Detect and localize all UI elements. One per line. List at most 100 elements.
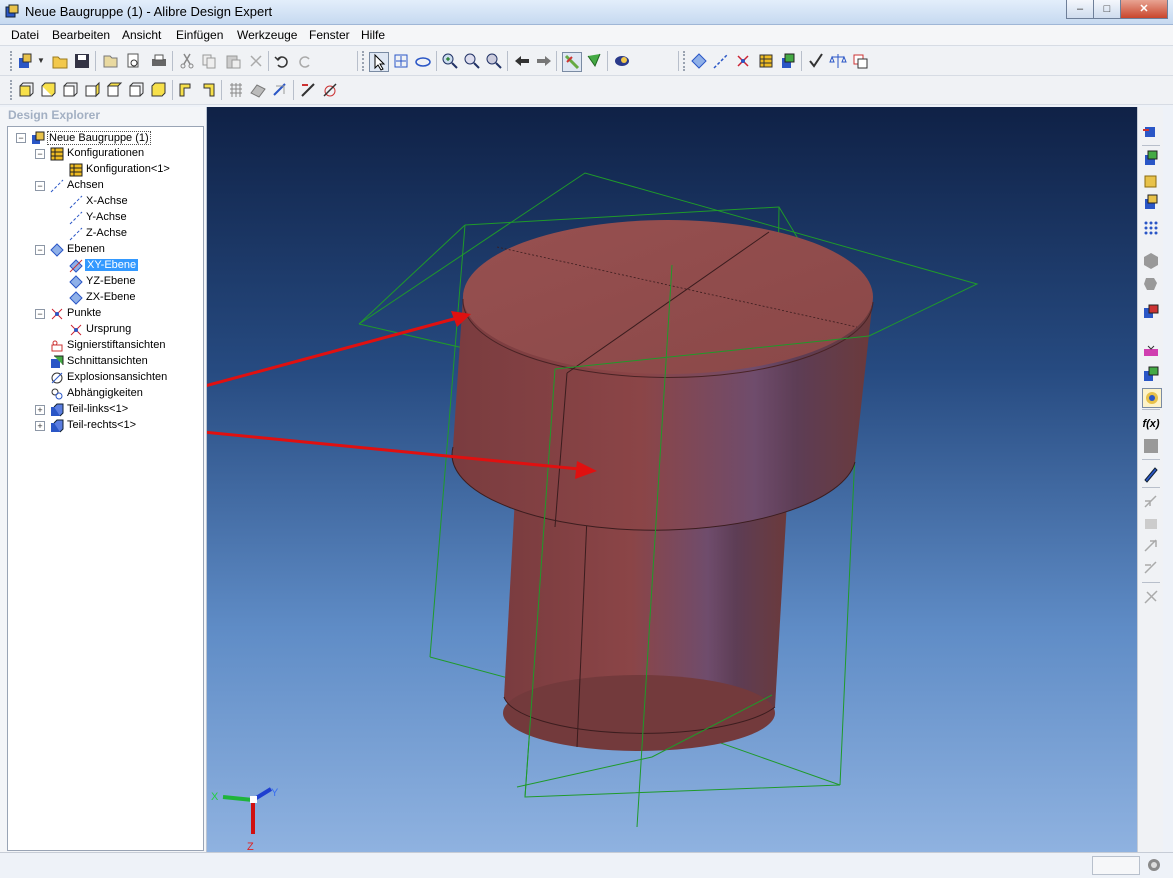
view-flip-icon[interactable] xyxy=(199,81,217,99)
disabled-a-icon[interactable] xyxy=(1142,493,1160,511)
disabled-e-icon[interactable] xyxy=(1142,588,1160,606)
rotate-icon[interactable] xyxy=(414,52,432,70)
head-part[interactable] xyxy=(451,220,874,531)
redo-icon[interactable] xyxy=(296,52,314,70)
table-icon[interactable] xyxy=(757,52,775,70)
part-a-icon[interactable] xyxy=(1142,149,1160,167)
toolbar-grip[interactable] xyxy=(683,51,688,71)
shaft-part[interactable] xyxy=(503,497,787,751)
disabled-c-icon[interactable] xyxy=(1142,537,1160,555)
balance-icon[interactable] xyxy=(829,52,847,70)
paste-icon[interactable] xyxy=(224,52,242,70)
model-canvas[interactable]: X Y Z xyxy=(207,107,1137,852)
tree-node-configuration[interactable]: Konfiguration<1> xyxy=(54,162,194,178)
view-right-icon[interactable] xyxy=(83,81,101,99)
menu-ansicht[interactable]: Ansicht xyxy=(122,28,161,42)
measure-tool-icon[interactable] xyxy=(321,81,339,99)
sketch-icon[interactable] xyxy=(299,81,317,99)
section-icon[interactable] xyxy=(249,81,267,99)
hexagon-icon[interactable] xyxy=(1142,252,1160,270)
tree-node-part-right[interactable]: + Teil-rechts<1> xyxy=(35,418,195,434)
new-assembly-icon[interactable] xyxy=(17,52,35,70)
tree-node-part-left[interactable]: + Teil-links<1> xyxy=(35,402,195,418)
open-file-icon[interactable] xyxy=(101,52,119,70)
collapse-icon[interactable]: − xyxy=(35,309,45,319)
render-icon[interactable] xyxy=(613,52,631,70)
menu-werkzeuge[interactable]: Werkzeuge xyxy=(237,28,297,42)
plane-icon[interactable] xyxy=(690,52,708,70)
disabled-b-icon[interactable] xyxy=(1142,515,1160,533)
back-icon[interactable] xyxy=(513,52,531,70)
collapse-icon[interactable]: − xyxy=(35,149,45,159)
menu-hilfe[interactable]: Hilfe xyxy=(361,28,385,42)
axis-icon[interactable] xyxy=(712,52,730,70)
section-grid-icon[interactable] xyxy=(227,81,245,99)
measure-icon[interactable] xyxy=(562,52,582,72)
pattern-icon[interactable] xyxy=(1142,219,1160,237)
menu-einfuegen[interactable]: Einfügen xyxy=(176,28,223,42)
tree-node-yz-plane[interactable]: YZ-Ebene xyxy=(54,274,194,290)
tree-node-x-axis[interactable]: X-Achse xyxy=(54,194,194,210)
tree-node-z-axis[interactable]: Z-Achse xyxy=(54,226,194,242)
settings-icon[interactable] xyxy=(1146,857,1162,873)
pen-icon[interactable] xyxy=(1142,465,1160,483)
dropdown-arrow-icon[interactable]: ▼ xyxy=(37,56,45,65)
view-back-icon[interactable] xyxy=(39,81,57,99)
tree-node-assembly[interactable]: − Neue Baugruppe (1) xyxy=(16,130,196,146)
tree-node-zx-plane[interactable]: ZX-Ebene xyxy=(54,290,194,306)
collapse-icon[interactable]: − xyxy=(35,245,45,255)
part-b-icon[interactable] xyxy=(1142,171,1160,189)
delete-icon[interactable] xyxy=(247,52,265,70)
check-icon[interactable] xyxy=(807,52,825,70)
print-preview-icon[interactable] xyxy=(124,52,142,70)
3d-viewport[interactable]: X Y Z xyxy=(207,107,1137,852)
menu-datei[interactable]: Datei xyxy=(11,28,39,42)
tree-node-y-axis[interactable]: Y-Achse xyxy=(54,210,194,226)
save-icon[interactable] xyxy=(73,52,91,70)
view-normal-icon[interactable] xyxy=(177,81,195,99)
tree-node-planes[interactable]: − Ebenen xyxy=(35,242,195,258)
cut-icon[interactable] xyxy=(178,52,196,70)
maximize-button[interactable]: □ xyxy=(1093,0,1121,19)
shape-icon[interactable] xyxy=(1142,275,1160,293)
tree-node-exploded-views[interactable]: Explosionsansichten xyxy=(35,370,195,386)
expand-icon[interactable]: + xyxy=(35,421,45,431)
constraint-icon[interactable] xyxy=(585,52,603,70)
select-arrow-icon[interactable] xyxy=(369,52,389,72)
point-icon[interactable] xyxy=(734,52,752,70)
view-left-icon[interactable] xyxy=(61,81,79,99)
tree-node-section-views[interactable]: Schnittansichten xyxy=(35,354,195,370)
view-front-icon[interactable] xyxy=(17,81,35,99)
constraint-a-icon[interactable] xyxy=(1142,343,1160,361)
pan-icon[interactable] xyxy=(392,52,410,70)
formula-icon[interactable]: f(x) xyxy=(1142,415,1160,433)
tree-node-axes[interactable]: − Achsen xyxy=(35,178,195,194)
print-icon[interactable] xyxy=(150,52,168,70)
explode-icon[interactable] xyxy=(271,81,289,99)
constraint-c-icon[interactable] xyxy=(1142,388,1162,408)
insert-part-icon[interactable] xyxy=(1142,121,1160,139)
menu-bearbeiten[interactable]: Bearbeiten xyxy=(52,28,110,42)
replace-icon[interactable] xyxy=(1142,303,1160,321)
disabled-d-icon[interactable] xyxy=(1142,559,1160,577)
tree-node-configurations[interactable]: − Konfigurationen xyxy=(35,146,195,162)
zoom-icon[interactable] xyxy=(485,52,503,70)
forward-icon[interactable] xyxy=(535,52,553,70)
feature-tree[interactable]: − Neue Baugruppe (1) − Konfigurationen K… xyxy=(7,126,204,851)
toolbar-grip[interactable] xyxy=(10,80,15,100)
tree-node-points[interactable]: − Punkte xyxy=(35,306,195,322)
open-folder-icon[interactable] xyxy=(51,52,69,70)
gray-box-icon[interactable] xyxy=(1142,437,1160,455)
view-iso-icon[interactable] xyxy=(149,81,167,99)
view-top-icon[interactable] xyxy=(105,81,123,99)
tree-node-origin[interactable]: Ursprung xyxy=(54,322,194,338)
copy-icon[interactable] xyxy=(200,52,218,70)
undo-icon[interactable] xyxy=(273,52,291,70)
collapse-icon[interactable]: − xyxy=(35,181,45,191)
toolbar-grip[interactable] xyxy=(362,51,367,71)
toolbar-grip[interactable] xyxy=(10,51,15,71)
expand-icon[interactable]: + xyxy=(35,405,45,415)
constraint-b-icon[interactable] xyxy=(1142,365,1160,383)
minimize-button[interactable]: – xyxy=(1066,0,1094,19)
collapse-icon[interactable]: − xyxy=(16,133,26,143)
